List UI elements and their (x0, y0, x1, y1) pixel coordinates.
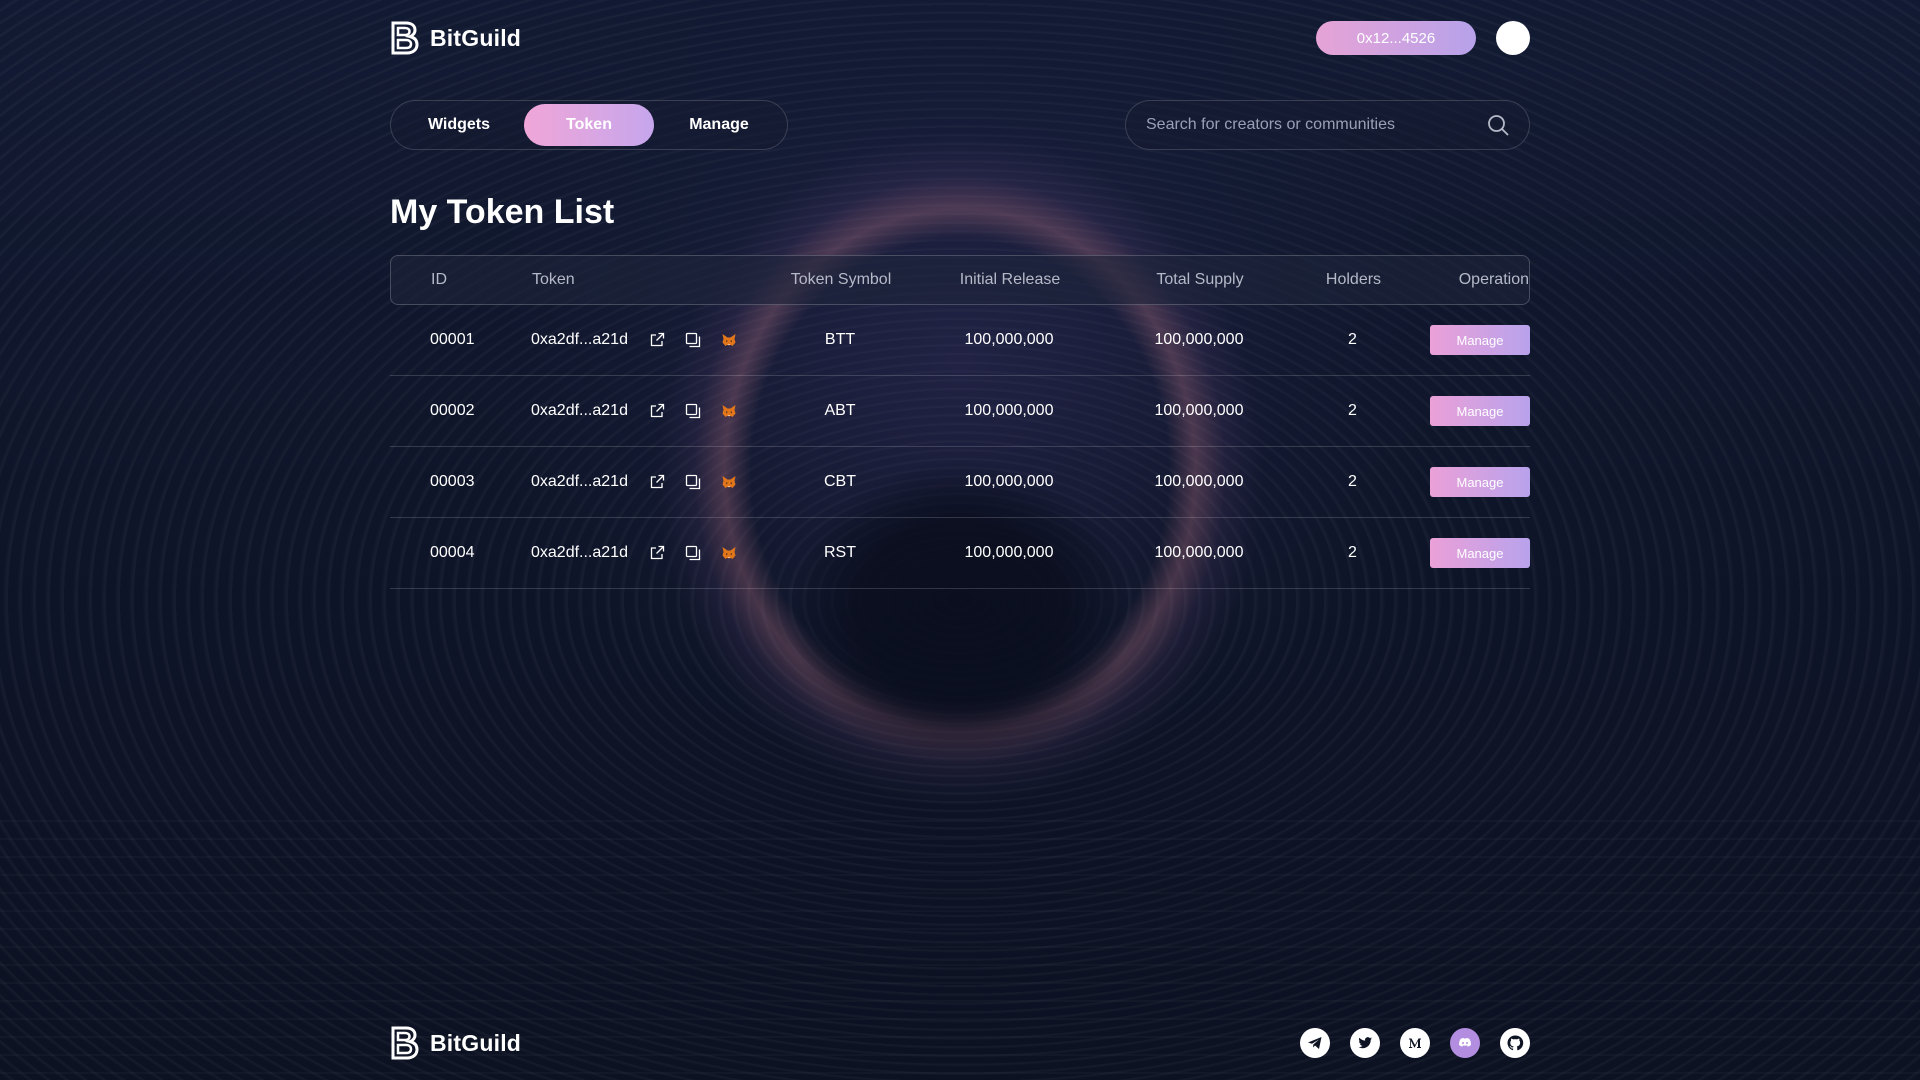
avatar[interactable] (1496, 21, 1530, 55)
token-id: 00003 (430, 473, 475, 490)
manage-button[interactable]: Manage (1430, 396, 1530, 426)
manage-button[interactable]: Manage (1430, 325, 1530, 355)
column-header-operation: Operation (1458, 271, 1529, 288)
token-id: 00002 (430, 402, 475, 419)
brand-logo[interactable]: BitGuild (390, 21, 521, 55)
total-supply: 100,000,000 (1154, 331, 1244, 348)
token-symbol: BTT (824, 331, 856, 348)
column-header-total-supply: Total Supply (1156, 271, 1244, 288)
bitguild-logo-icon (391, 1026, 419, 1060)
column-header-holders: Holders (1325, 271, 1382, 288)
bitguild-logo-icon (391, 21, 419, 55)
token-id: 00001 (430, 331, 475, 348)
token-table: ID Token Token Symbol Initial Release To… (390, 255, 1530, 589)
token-symbol: ABT (824, 402, 856, 419)
social-links (1300, 1028, 1530, 1058)
tab-manage[interactable]: Manage (654, 104, 784, 146)
external-link-icon[interactable] (649, 332, 665, 348)
initial-release: 100,000,000 (964, 473, 1054, 490)
manage-button[interactable]: Manage (1430, 538, 1530, 568)
total-supply: 100,000,000 (1154, 473, 1244, 490)
column-header-token: Token (532, 271, 575, 288)
twitter-icon[interactable] (1350, 1028, 1380, 1058)
brand-name: BitGuild (430, 24, 522, 51)
footer-brand-logo[interactable]: BitGuild (390, 1026, 521, 1060)
external-link-icon[interactable] (649, 545, 665, 561)
token-address: 0xa2df...a21d (531, 544, 628, 561)
token-symbol: RST (824, 544, 856, 561)
search-box (1125, 100, 1530, 150)
metamask-fox-icon[interactable] (721, 545, 737, 561)
tab-token[interactable]: Token (524, 104, 654, 146)
token-id: 00004 (430, 544, 475, 561)
telegram-icon[interactable] (1300, 1028, 1330, 1058)
table-row: 00004 0xa2df...a21d RST 100,000,000 100,… (390, 518, 1530, 589)
holders-count: 2 (1348, 473, 1357, 490)
initial-release: 100,000,000 (964, 331, 1054, 348)
holders-count: 2 (1348, 402, 1357, 419)
token-address: 0xa2df...a21d (531, 473, 628, 490)
table-row: 00003 0xa2df...a21d CBT 100,000,000 100,… (390, 447, 1530, 518)
medium-icon[interactable] (1400, 1028, 1430, 1058)
wallet-address-button[interactable]: 0x12...4526 (1316, 21, 1476, 55)
metamask-fox-icon[interactable] (721, 332, 737, 348)
table-header: ID Token Token Symbol Initial Release To… (390, 255, 1530, 305)
toolbar: Widgets Token Manage (390, 100, 1530, 150)
external-link-icon[interactable] (649, 474, 665, 490)
total-supply: 100,000,000 (1154, 544, 1244, 561)
initial-release: 100,000,000 (964, 402, 1054, 419)
tab-widgets[interactable]: Widgets (394, 104, 524, 146)
tab-bar: Widgets Token Manage (390, 100, 788, 150)
page-title: My Token List (390, 193, 615, 231)
token-symbol: CBT (824, 473, 856, 490)
column-header-id: ID (431, 271, 447, 288)
metamask-fox-icon[interactable] (721, 474, 737, 490)
column-header-token-symbol: Token Symbol (790, 271, 892, 288)
metamask-fox-icon[interactable] (721, 403, 737, 419)
external-link-icon[interactable] (649, 403, 665, 419)
table-row: 00001 0xa2df...a21d BTT 100,000,000 100,… (390, 305, 1530, 376)
table-row: 00002 0xa2df...a21d ABT 100,000,000 100,… (390, 376, 1530, 447)
github-icon[interactable] (1500, 1028, 1530, 1058)
copy-icon[interactable] (685, 474, 701, 490)
discord-icon[interactable] (1450, 1028, 1480, 1058)
holders-count: 2 (1348, 544, 1357, 561)
header: BitGuild 0x12...4526 (390, 20, 1530, 56)
total-supply: 100,000,000 (1154, 402, 1244, 419)
search-input[interactable] (1146, 116, 1487, 134)
manage-button[interactable]: Manage (1430, 467, 1530, 497)
copy-icon[interactable] (685, 403, 701, 419)
footer-brand-name: BitGuild (430, 1029, 522, 1056)
copy-icon[interactable] (685, 545, 701, 561)
initial-release: 100,000,000 (964, 544, 1054, 561)
footer: BitGuild (390, 1025, 1530, 1061)
holders-count: 2 (1348, 331, 1357, 348)
column-header-initial-release: Initial Release (959, 271, 1061, 288)
copy-icon[interactable] (685, 332, 701, 348)
token-address: 0xa2df...a21d (531, 402, 628, 419)
search-icon[interactable] (1487, 114, 1509, 136)
token-address: 0xa2df...a21d (531, 331, 628, 348)
